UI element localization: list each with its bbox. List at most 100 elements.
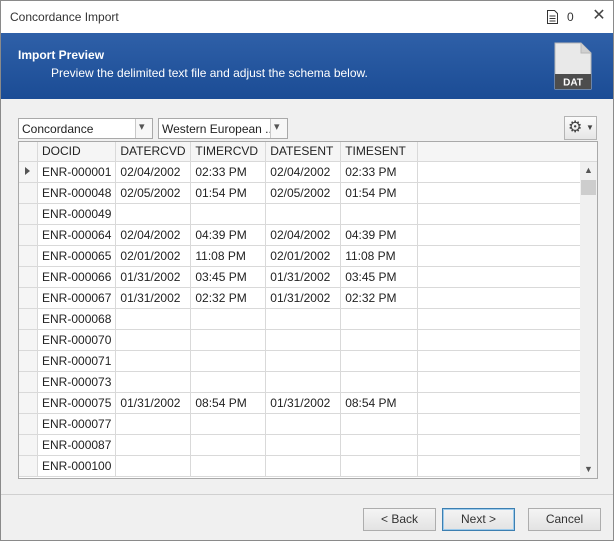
row-indicator[interactable] bbox=[19, 182, 39, 204]
table-cell-timesent[interactable]: 01:54 PM bbox=[340, 182, 418, 204]
table-cell-timercvd[interactable] bbox=[190, 455, 267, 477]
table-cell-datercvd[interactable]: 02/04/2002 bbox=[115, 224, 192, 246]
table-cell-datesent[interactable]: 02/04/2002 bbox=[265, 224, 342, 246]
row-indicator[interactable] bbox=[19, 350, 39, 372]
table-cell-docid[interactable]: ENR-000070 bbox=[37, 329, 117, 351]
table-cell-docid[interactable]: ENR-000068 bbox=[37, 308, 117, 330]
row-indicator[interactable] bbox=[19, 329, 39, 351]
table-cell-datercvd[interactable]: 02/01/2002 bbox=[115, 245, 192, 267]
preview-grid[interactable]: DOCID DATERCVD TIMERCVD DATESENT TIMESEN… bbox=[18, 141, 598, 479]
table-cell-datesent[interactable]: 02/01/2002 bbox=[265, 245, 342, 267]
table-cell-timesent[interactable]: 11:08 PM bbox=[340, 245, 418, 267]
table-row[interactable]: ENR-000087 bbox=[19, 434, 597, 456]
table-row[interactable]: ENR-000067 01/31/2002 02:32 PM 01/31/2002 02… bbox=[19, 287, 597, 309]
table-cell-timesent[interactable] bbox=[340, 350, 418, 372]
column-header-timesent[interactable]: TIMESENT bbox=[340, 142, 418, 162]
table-row[interactable]: ENR-000077 bbox=[19, 413, 597, 435]
table-row[interactable]: ENR-000100 bbox=[19, 455, 597, 477]
row-indicator[interactable] bbox=[19, 287, 39, 309]
table-row[interactable]: ENR-000064 02/04/2002 04:39 PM 02/04/2002 04… bbox=[19, 224, 597, 246]
table-row[interactable]: ENR-000068 bbox=[19, 308, 597, 330]
table-cell-datesent[interactable] bbox=[265, 434, 342, 456]
encoding-select[interactable]: Western European ... ▾ bbox=[158, 118, 288, 139]
table-cell-docid[interactable]: ENR-000048 bbox=[37, 182, 117, 204]
table-cell-timercvd[interactable]: 03:45 PM bbox=[190, 266, 267, 288]
scroll-thumb[interactable] bbox=[581, 180, 596, 195]
table-cell-docid[interactable]: ENR-000065 bbox=[37, 245, 117, 267]
table-cell-docid[interactable]: ENR-000066 bbox=[37, 266, 117, 288]
table-cell-datercvd[interactable]: 01/31/2002 bbox=[115, 287, 192, 309]
table-row[interactable]: ENR-000001 02/04/2002 02:33 PM 02/04/2002 02… bbox=[19, 161, 597, 183]
table-cell-datercvd[interactable] bbox=[115, 350, 192, 372]
column-header-datercvd[interactable]: DATERCVD bbox=[115, 142, 192, 162]
table-cell-docid[interactable]: ENR-000075 bbox=[37, 392, 117, 414]
table-row[interactable]: ENR-000073 bbox=[19, 371, 597, 393]
table-row[interactable]: ENR-000049 bbox=[19, 203, 597, 225]
row-indicator[interactable] bbox=[19, 224, 39, 246]
table-cell-timercvd[interactable]: 04:39 PM bbox=[190, 224, 267, 246]
table-cell-timesent[interactable] bbox=[340, 455, 418, 477]
row-indicator[interactable] bbox=[19, 392, 39, 414]
table-cell-datercvd[interactable] bbox=[115, 329, 192, 351]
table-row[interactable]: ENR-000071 bbox=[19, 350, 597, 372]
table-cell-datesent[interactable]: 01/31/2002 bbox=[265, 392, 342, 414]
table-row[interactable]: ENR-000066 01/31/2002 03:45 PM 01/31/2002 03… bbox=[19, 266, 597, 288]
table-cell-datercvd[interactable] bbox=[115, 413, 192, 435]
table-cell-datesent[interactable] bbox=[265, 203, 342, 225]
table-cell-timesent[interactable] bbox=[340, 434, 418, 456]
table-cell-timercvd[interactable]: 02:33 PM bbox=[190, 161, 267, 183]
table-cell-datesent[interactable]: 01/31/2002 bbox=[265, 287, 342, 309]
table-cell-timesent[interactable] bbox=[340, 413, 418, 435]
column-header-datesent[interactable]: DATESENT bbox=[265, 142, 342, 162]
row-indicator[interactable] bbox=[19, 245, 39, 267]
scroll-down-icon[interactable]: ▼ bbox=[580, 461, 597, 478]
table-cell-timercvd[interactable] bbox=[190, 308, 267, 330]
settings-button[interactable]: ⚙ ▼ bbox=[564, 116, 597, 140]
table-cell-timercvd[interactable]: 01:54 PM bbox=[190, 182, 267, 204]
table-cell-docid[interactable]: ENR-000067 bbox=[37, 287, 117, 309]
table-cell-datercvd[interactable] bbox=[115, 434, 192, 456]
table-cell-timesent[interactable]: 02:32 PM bbox=[340, 287, 418, 309]
table-row[interactable]: ENR-000048 02/05/2002 01:54 PM 02/05/2002 01… bbox=[19, 182, 597, 204]
row-indicator[interactable] bbox=[19, 434, 39, 456]
table-cell-docid[interactable]: ENR-000087 bbox=[37, 434, 117, 456]
table-cell-datercvd[interactable] bbox=[115, 203, 192, 225]
table-cell-datesent[interactable] bbox=[265, 455, 342, 477]
table-cell-datesent[interactable] bbox=[265, 371, 342, 393]
table-cell-timercvd[interactable] bbox=[190, 203, 267, 225]
table-cell-timercvd[interactable] bbox=[190, 350, 267, 372]
table-cell-datesent[interactable] bbox=[265, 308, 342, 330]
table-cell-timercvd[interactable]: 11:08 PM bbox=[190, 245, 267, 267]
table-cell-docid[interactable]: ENR-000001 bbox=[37, 161, 117, 183]
table-row[interactable]: ENR-000065 02/01/2002 11:08 PM 02/01/2002 11… bbox=[19, 245, 597, 267]
table-cell-timesent[interactable] bbox=[340, 308, 418, 330]
table-cell-docid[interactable]: ENR-000077 bbox=[37, 413, 117, 435]
table-cell-timesent[interactable] bbox=[340, 371, 418, 393]
column-header-timercvd[interactable]: TIMERCVD bbox=[190, 142, 267, 162]
table-cell-timercvd[interactable] bbox=[190, 329, 267, 351]
table-cell-datercvd[interactable]: 01/31/2002 bbox=[115, 266, 192, 288]
table-cell-datesent[interactable] bbox=[265, 413, 342, 435]
table-cell-datesent[interactable]: 02/04/2002 bbox=[265, 161, 342, 183]
row-indicator[interactable] bbox=[19, 308, 39, 330]
table-cell-datercvd[interactable]: 02/04/2002 bbox=[115, 161, 192, 183]
table-row[interactable]: ENR-000070 bbox=[19, 329, 597, 351]
table-cell-timercvd[interactable] bbox=[190, 413, 267, 435]
back-button[interactable]: < Back bbox=[363, 508, 436, 531]
table-cell-datesent[interactable]: 01/31/2002 bbox=[265, 266, 342, 288]
table-row[interactable]: ENR-000075 01/31/2002 08:54 PM 01/31/2002 08… bbox=[19, 392, 597, 414]
vertical-scrollbar[interactable]: ▲ ▼ bbox=[580, 162, 597, 478]
table-cell-docid[interactable]: ENR-000071 bbox=[37, 350, 117, 372]
cancel-button[interactable]: Cancel bbox=[528, 508, 601, 531]
close-icon[interactable]: ✕ bbox=[591, 7, 607, 25]
row-indicator[interactable] bbox=[19, 203, 39, 225]
table-cell-datercvd[interactable]: 02/05/2002 bbox=[115, 182, 192, 204]
encoding-dropdown-arrow[interactable]: ▾ bbox=[270, 119, 287, 138]
table-cell-timesent[interactable]: 03:45 PM bbox=[340, 266, 418, 288]
table-cell-datercvd[interactable] bbox=[115, 371, 192, 393]
column-header-docid[interactable]: DOCID bbox=[37, 142, 117, 162]
table-cell-timercvd[interactable]: 02:32 PM bbox=[190, 287, 267, 309]
format-select[interactable]: Concordance ▾ bbox=[18, 118, 153, 139]
table-cell-timesent[interactable]: 02:33 PM bbox=[340, 161, 418, 183]
table-cell-datesent[interactable] bbox=[265, 350, 342, 372]
